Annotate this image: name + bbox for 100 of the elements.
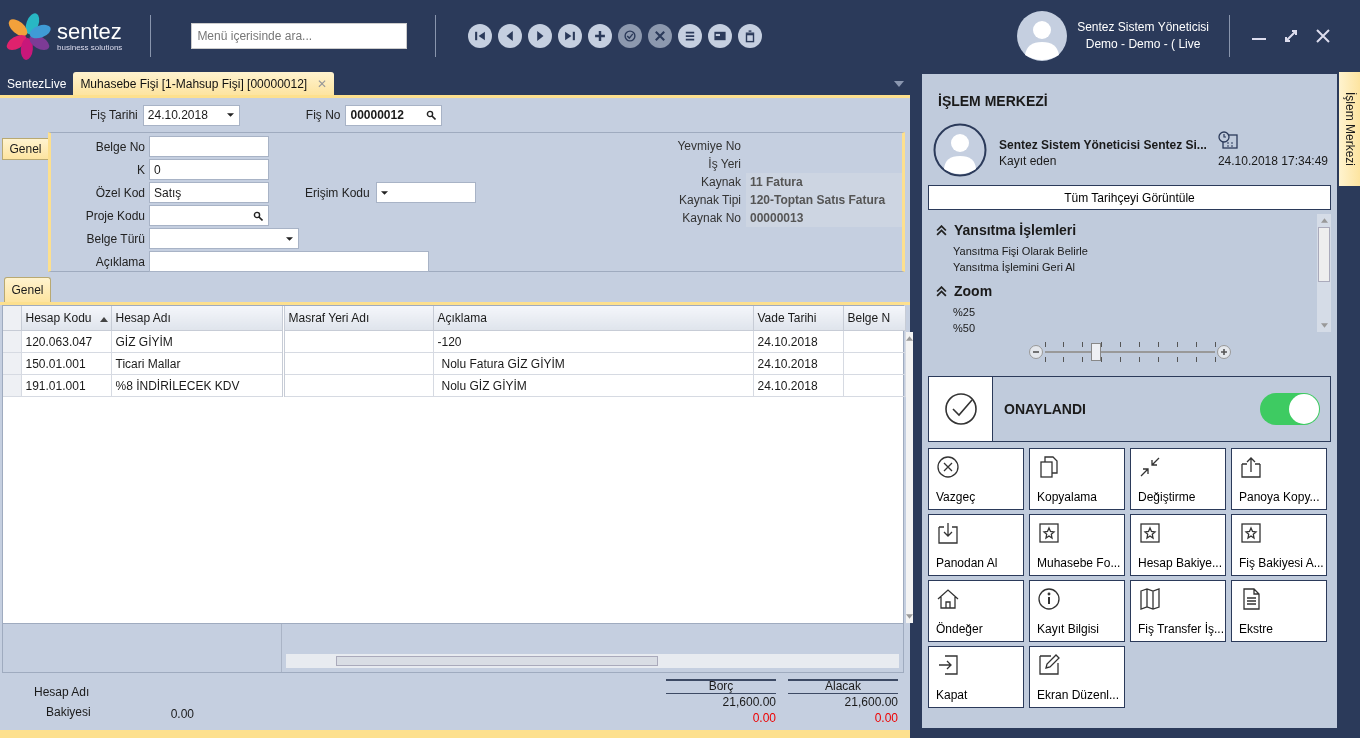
exit-icon xyxy=(936,653,960,677)
collapse-icon[interactable] xyxy=(936,224,947,236)
last-record-button[interactable] xyxy=(558,24,583,48)
check-circle-icon xyxy=(943,392,978,426)
action-tile[interactable]: Kopyalama xyxy=(1029,448,1125,510)
section-item[interactable]: Yansıtma Fişi Olarak Belirle xyxy=(936,243,1317,259)
action-tile[interactable]: Kayıt Bilgisi xyxy=(1029,580,1125,642)
history-button[interactable]: Tüm Tarihçeyi Görüntüle xyxy=(928,185,1331,210)
plus-icon xyxy=(593,29,608,43)
input-field[interactable]: Satış xyxy=(149,182,269,203)
scroll-down-icon[interactable] xyxy=(1320,323,1328,328)
column-header[interactable]: Masraf Yeri Adı xyxy=(283,306,433,331)
maximize-button[interactable] xyxy=(1282,27,1300,45)
dropdown-field[interactable] xyxy=(149,228,299,249)
action-tile[interactable]: Ekran Düzenl... xyxy=(1029,646,1125,708)
table-cell: Ticari Mallar xyxy=(115,356,181,371)
section-item[interactable]: %50 xyxy=(936,320,1317,332)
document-tab[interactable]: Muhasebe Fişi [1-Mahsup Fişi] [00000012] ✕ xyxy=(73,72,335,95)
x-icon xyxy=(653,29,668,43)
minus-icon xyxy=(1031,348,1040,356)
star-box-icon xyxy=(1037,521,1061,545)
table-cell: Nolu GİZ GİYİM xyxy=(441,378,527,393)
add-button[interactable] xyxy=(588,24,613,48)
next-button[interactable] xyxy=(528,24,553,48)
lookup-field[interactable]: 00000012 xyxy=(345,104,443,126)
column-header[interactable]: Açıklama xyxy=(433,306,753,331)
column-header[interactable]: Belge N xyxy=(843,306,905,331)
delete-button[interactable] xyxy=(738,24,763,48)
zoom-out-button[interactable] xyxy=(1028,345,1043,359)
avatar-icon xyxy=(1017,11,1068,61)
menu-button[interactable] xyxy=(678,24,703,48)
info-label: Yevmiye No xyxy=(676,139,742,153)
scroll-down-icon[interactable] xyxy=(905,614,913,619)
section-item[interactable]: Yansıtma İşlemini Geri Al xyxy=(936,259,1317,275)
zoom-in-button[interactable] xyxy=(1216,345,1231,359)
input-field[interactable]: 0 xyxy=(149,159,269,180)
scrollbar[interactable] xyxy=(905,332,913,623)
slider-thumb[interactable] xyxy=(1090,343,1101,361)
action-tile[interactable]: Panoya Kopy... xyxy=(1231,448,1327,510)
table-cell: 24.10.2018 xyxy=(757,334,818,349)
close-icon xyxy=(1315,28,1331,44)
card-button[interactable] xyxy=(708,24,733,48)
table-cell: 191.01.001 xyxy=(25,378,86,393)
scrollbar[interactable] xyxy=(286,654,899,668)
section-item[interactable]: %25 xyxy=(936,304,1317,320)
close-button[interactable] xyxy=(1314,27,1332,45)
column-header[interactable]: Vade Tarihi xyxy=(753,306,843,331)
status-label: ONAYLANDI xyxy=(1004,401,1086,417)
field-label: Fiş Tarihi xyxy=(90,108,138,122)
field-label: Özel Kod xyxy=(94,185,145,200)
dropdown-field[interactable] xyxy=(375,182,476,203)
company-name: Demo - Demo - ( Live xyxy=(1085,36,1201,53)
first-record-button[interactable] xyxy=(468,24,493,48)
action-tile[interactable]: Hesap Bakiye... xyxy=(1130,514,1226,576)
date-dropdown[interactable]: 24.10.2018 xyxy=(142,104,240,126)
table-cell: GİZ GİYİM xyxy=(115,334,173,349)
action-tile[interactable]: Öndeğer xyxy=(928,580,1024,642)
action-tile[interactable]: Muhasebe Fo... xyxy=(1029,514,1125,576)
side-tab[interactable]: İşlem Merkezi xyxy=(1339,72,1360,186)
brand-name: sentez xyxy=(57,20,123,43)
copy-icon xyxy=(1037,455,1061,479)
lookup-field[interactable] xyxy=(149,205,269,226)
column-header[interactable]: Hesap Adı xyxy=(111,306,283,331)
group-tab[interactable]: Genel xyxy=(2,138,48,160)
scroll-thumb[interactable] xyxy=(336,656,658,666)
recorder-role: Kayıt eden xyxy=(999,154,1058,168)
search-field[interactable]: Menü içerisinde ara... xyxy=(191,23,408,49)
scroll-up-icon[interactable] xyxy=(1320,218,1328,223)
table-cell: 150.01.001 xyxy=(25,356,86,371)
action-tile[interactable]: Fiş Bakiyesi A... xyxy=(1231,514,1327,576)
previous-button[interactable] xyxy=(498,24,523,48)
toggle-switch[interactable] xyxy=(1260,393,1320,425)
scroll-thumb[interactable] xyxy=(1318,226,1330,282)
action-tile[interactable]: Ekstre xyxy=(1231,580,1327,642)
summary-label: Bakiyesi xyxy=(46,705,91,721)
collapse-icon[interactable] xyxy=(936,285,947,297)
action-tile[interactable]: Fiş Transfer İş... xyxy=(1130,580,1226,642)
minimize-icon xyxy=(1251,38,1267,40)
input-field[interactable] xyxy=(149,136,269,157)
scrollbar[interactable] xyxy=(1317,214,1331,332)
caret-icon xyxy=(226,113,234,117)
input-field[interactable] xyxy=(149,251,429,272)
difference-value: 0.00 xyxy=(874,710,898,726)
document-tab[interactable]: SentezLive xyxy=(0,72,74,95)
caret-icon[interactable] xyxy=(894,80,904,87)
column-header[interactable]: Hesap Kodu xyxy=(21,306,111,331)
x-circle-icon xyxy=(936,455,960,479)
detail-tab[interactable]: Genel xyxy=(4,277,51,302)
action-tile[interactable]: Kapat xyxy=(928,646,1024,708)
field-label: K xyxy=(136,162,145,177)
field-label: Fiş No xyxy=(305,108,341,122)
action-tile[interactable]: Panodan Al xyxy=(928,514,1024,576)
action-tile[interactable]: Vazgeç xyxy=(928,448,1024,510)
card-icon xyxy=(713,29,728,43)
action-tile[interactable]: Değiştirme xyxy=(1130,448,1226,510)
scroll-up-icon[interactable] xyxy=(905,336,913,341)
recorder-name: Sentez Sistem Yöneticisi Sentez Si... xyxy=(999,138,1207,152)
table-cell: %8 İNDİRİLECEK KDV xyxy=(115,378,240,393)
info-label: İş Yeri xyxy=(707,157,742,171)
info-label: Kaynak Tipi xyxy=(677,193,742,207)
